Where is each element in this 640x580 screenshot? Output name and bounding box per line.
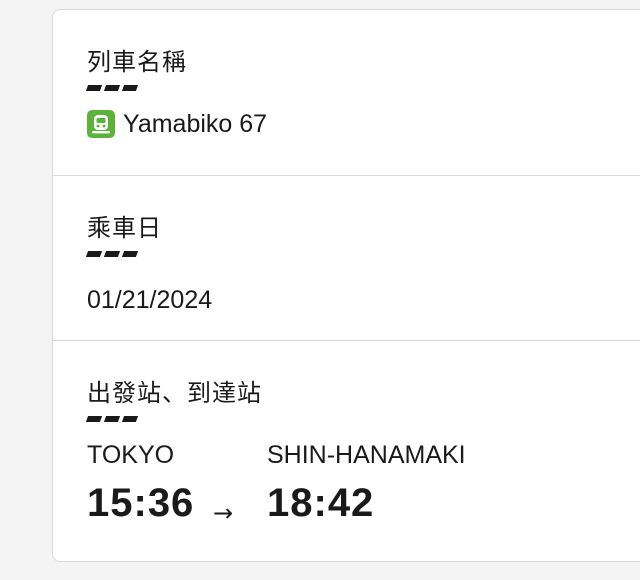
heading-underline: [85, 251, 139, 257]
departure-station: TOKYO: [87, 441, 175, 469]
train-icon: [87, 110, 115, 138]
train-name-section: 列車名稱 Yamabiko 67: [53, 10, 640, 176]
boarding-date-section: 乘車日 01/21/2024: [53, 176, 640, 341]
train-name-heading: 列車名稱: [87, 48, 187, 76]
arrival-station: SHIN-HANAMAKI: [267, 441, 466, 469]
heading-underline: [85, 85, 139, 91]
boarding-date-heading: 乘車日: [87, 214, 162, 242]
arrival-time: 18:42: [267, 481, 375, 525]
route-section: 出發站、到達站 TOKYO SHIN-HANAMAKI 15:36 → 18:4…: [53, 341, 640, 561]
ticket-card: 列車名稱 Yamabiko 67 乘車日 01/21/2024 出發站、到達站 …: [52, 9, 640, 562]
boarding-date-value: 01/21/2024: [87, 286, 213, 314]
right-arrow-icon: →: [213, 499, 234, 527]
train-name-row: Yamabiko 67: [87, 109, 267, 139]
heading-underline: [85, 416, 139, 422]
departure-time: 15:36: [87, 481, 195, 525]
route-heading: 出發站、到達站: [87, 379, 262, 407]
train-name-value: Yamabiko 67: [123, 109, 268, 138]
